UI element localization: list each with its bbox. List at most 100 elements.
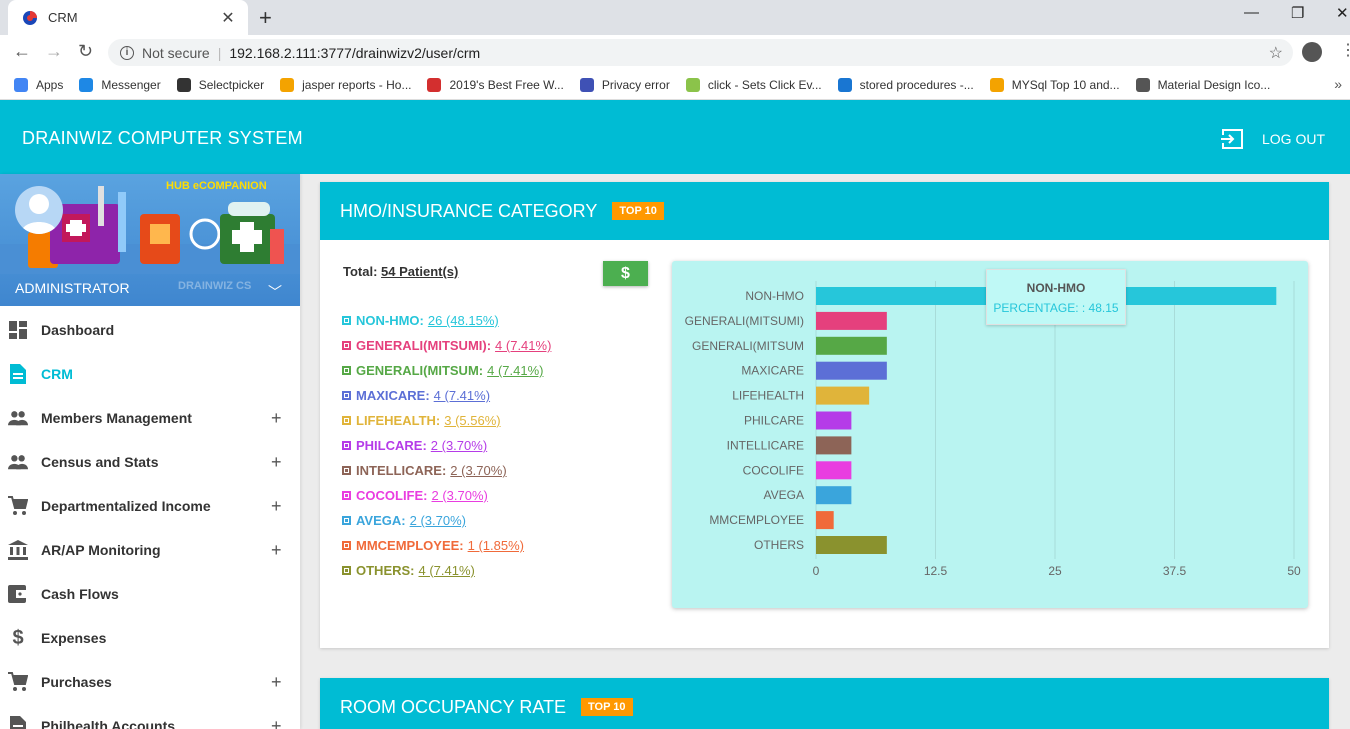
bar[interactable] [816,336,887,355]
bar[interactable] [816,411,852,430]
bookmark-item[interactable]: Selectpicker [176,77,264,92]
room-occupancy-card: ROOM OCCUPANCY RATE TOP 10 [320,678,1329,729]
legend-value-link[interactable]: 4 (7.41%) [487,363,543,378]
legend-value-link[interactable]: 2 (3.70%) [432,488,488,503]
bar[interactable] [816,311,887,330]
legend-label: GENERALI(MITSUM: [356,363,484,378]
sidebar-item-members-management[interactable]: Members Management + [0,396,300,440]
legend-value-link[interactable]: 4 (7.41%) [434,388,490,403]
window-close-icon[interactable]: ✕ [1336,4,1349,22]
legend-value-link[interactable]: 1 (1.85%) [468,538,524,553]
bookmark-item[interactable]: 2019's Best Free W... [427,77,564,92]
url-input[interactable]: i Not secure | 192.168.2.111:3777/drainw… [108,39,1293,66]
y-category-label: COCOLIFE [743,463,804,477]
bar[interactable] [816,536,887,554]
maximize-icon[interactable]: ❐ [1291,4,1304,22]
bookmark-label: MYSql Top 10 and... [1011,77,1120,92]
back-icon[interactable]: ← [13,41,31,62]
legend-value-link[interactable]: 3 (5.56%) [444,413,500,428]
total-patients: Total: 54 Patient(s) [343,264,458,279]
total-value[interactable]: 54 Patient(s) [381,264,458,279]
expand-plus-icon[interactable]: + [271,496,282,517]
legend-item: PHILCARE: 2 (3.70%) [342,433,551,458]
legend-label: PHILCARE: [356,438,427,453]
sidebar-item-cash-flows[interactable]: Cash Flows [0,572,300,616]
browser-menu-icon[interactable]: ⋮ [1340,40,1350,60]
info-icon[interactable]: i [120,45,134,60]
bookmark-item[interactable]: Messenger [79,77,161,92]
expand-plus-icon[interactable]: + [271,452,282,473]
expand-plus-icon[interactable]: + [271,716,282,729]
sidebar-item-crm[interactable]: CRM [0,352,300,396]
room-card-title: ROOM OCCUPANCY RATE [340,696,567,717]
sidebar-item-expenses[interactable]: $ Expenses [0,616,300,660]
legend-value-link[interactable]: 2 (3.70%) [410,513,466,528]
sidebar-item-ar-ap-monitoring[interactable]: AR/AP Monitoring + [0,528,300,572]
document-icon [8,716,28,729]
bar[interactable] [816,361,887,380]
sidebar-item-dashboard[interactable]: Dashboard [0,308,300,352]
bar[interactable] [816,436,852,455]
bookmark-favicon-icon [579,77,594,92]
legend-item: AVEGA: 2 (3.70%) [342,508,551,533]
bookmark-item[interactable]: stored procedures -... [837,77,974,92]
bar[interactable] [816,461,852,480]
user-role-toggle[interactable]: ADMINISTRATOR [0,270,300,306]
bookmark-star-icon[interactable]: ☆ [1269,43,1283,63]
user-silhouette-icon [21,194,57,234]
bar[interactable] [816,486,852,505]
legend-item: GENERALI(MITSUMI): 4 (7.41%) [342,333,551,358]
bookmark-item[interactable]: click - Sets Click Ev... [685,77,822,92]
logout-button[interactable]: LOG OUT [1220,128,1325,150]
sidebar-item-label: Census and Stats [41,454,159,470]
expand-plus-icon[interactable]: + [271,408,282,429]
tooltip-value: PERCENTAGE: : 48.15 [993,301,1119,315]
y-category-label: NON-HMO [745,289,804,303]
bar[interactable] [816,511,834,530]
legend-value-link[interactable]: 2 (3.70%) [450,463,506,478]
expand-plus-icon[interactable]: + [271,540,282,561]
reload-icon[interactable]: ↻ [78,41,93,62]
profile-avatar-icon[interactable] [1302,42,1322,62]
y-category-label: MAXICARE [741,364,804,378]
bookmark-item[interactable]: Material Design Ico... [1135,77,1270,92]
bookmarks-overflow-icon[interactable]: » [1334,76,1342,92]
legend-item: MMCEMPLOYEE: 1 (1.85%) [342,533,551,558]
chevron-down-icon[interactable]: ﹀ [268,282,282,302]
legend-item: COCOLIFE: 2 (3.70%) [342,483,551,508]
bookmark-favicon-icon [989,77,1004,92]
tab-close-icon[interactable]: ✕ [218,8,238,28]
legend-value-link[interactable]: 2 (3.70%) [431,438,487,453]
tab-title: CRM [48,10,78,25]
top10-badge: TOP 10 [612,202,664,220]
browser-tab[interactable]: CRM ✕ [8,0,248,35]
legend-value-link[interactable]: 26 (48.15%) [428,313,499,328]
sidebar-item-philhealth-accounts[interactable]: Philhealth Accounts + [0,704,300,729]
legend-value-link[interactable]: 4 (7.41%) [419,563,475,578]
legend-item: OTHERS: 4 (7.41%) [342,558,551,583]
y-category-label: INTELLICARE [727,438,804,452]
expand-plus-icon[interactable]: + [271,672,282,693]
sidebar-item-label: Dashboard [41,322,115,338]
legend-value-link[interactable]: 4 (7.41%) [495,338,551,353]
tooltip-title: NON-HMO [1026,281,1086,295]
bookmark-item[interactable]: jasper reports - Ho... [280,77,411,92]
new-tab-icon[interactable]: + [259,5,272,31]
bookmark-item[interactable]: Privacy error [579,77,670,92]
bookmark-item[interactable]: Apps [14,77,64,92]
forward-icon[interactable]: → [45,41,63,62]
sidebar-item-departmentalized-income[interactable]: Departmentalized Income + [0,484,300,528]
wallet-icon [8,584,28,604]
bookmark-label: Apps [36,77,64,92]
app-header: DRAINWIZ COMPUTER SYSTEM LOG OUT [0,100,1350,174]
minimize-icon[interactable]: — [1244,4,1259,21]
x-tick-label: 12.5 [924,564,948,578]
sidebar-item-census-and-stats[interactable]: Census and Stats + [0,440,300,484]
bar[interactable] [816,386,870,405]
logout-label: LOG OUT [1262,131,1326,147]
sidebar-item-purchases[interactable]: Purchases + [0,660,300,704]
bookmark-item[interactable]: MYSql Top 10 and... [989,77,1120,92]
dollar-button[interactable]: $ [603,261,648,286]
bookmark-favicon-icon [14,77,28,92]
chart-tooltip: NON-HMO PERCENTAGE: : 48.15 [986,269,1126,325]
